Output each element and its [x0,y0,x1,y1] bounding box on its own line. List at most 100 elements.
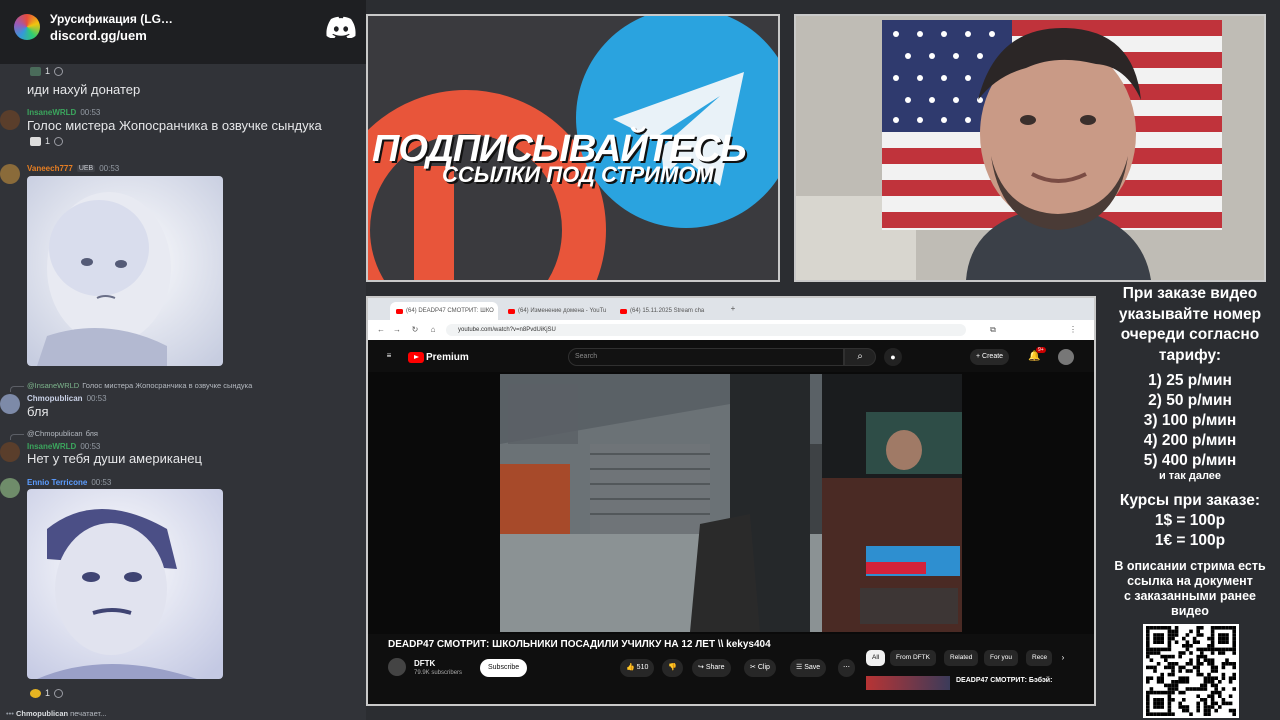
streamer-person [966,27,1151,280]
dislike-button[interactable]: 👎 [662,659,683,677]
tab-title: (64) 15.11.2025 Stream cha [630,308,705,314]
chip-related[interactable]: Related [944,650,979,666]
author-name[interactable]: InsaneWRLD [27,108,76,117]
timestamp: 00:53 [99,164,120,173]
reaction-pill[interactable]: 1 [30,686,64,700]
create-button[interactable]: + Create [970,349,1010,365]
server-invite-link[interactable]: discord.gg/uem [50,28,147,43]
author-name[interactable]: Vaneech777 [27,164,73,173]
timestamp: 00:53 [91,478,112,487]
image-attachment[interactable] [27,176,223,366]
youtube-logo-icon[interactable] [408,352,424,363]
avatar[interactable] [0,110,20,130]
home-icon[interactable]: ⌂ [428,325,438,335]
browser-tab[interactable]: (64) DEADP47 СМОТРИТ: ШКО [390,302,498,320]
reply-preview[interactable]: @InsaneWRLD Голос мистера Жопосранчика в… [27,381,252,390]
browser-menu-icon[interactable]: ⋮ [1068,325,1078,335]
add-reaction-icon[interactable] [54,136,64,146]
reload-icon[interactable]: ↻ [410,325,420,335]
order-line: указывайте номер [1118,305,1262,323]
author-name[interactable]: Ennio Terricone [27,478,87,487]
rate-item: 2) 50 р/мин [1148,392,1232,409]
more-actions-icon[interactable]: ⋯ [838,659,855,677]
save-button[interactable]: ☰ Save [790,659,827,677]
video-player[interactable] [368,372,1094,634]
add-reaction-icon[interactable] [54,66,64,76]
youtube-favicon-icon [396,308,403,314]
share-button[interactable]: ↪ Share [692,659,731,677]
server-avatar[interactable] [14,14,40,40]
message-header: InsaneWRLD 00:53 [27,442,100,451]
address-bar-row: ← → ↻ ⌂ youtube.com/watch?v=n8PvdUiKjSU … [368,320,1094,340]
browser-tab[interactable]: (64) 15.11.2025 Stream cha [614,302,722,320]
related-video-title[interactable]: DEADP47 СМОТРИТ: Бэбэй: [956,677,1052,684]
author-name[interactable]: Chmopublican [27,394,83,403]
message-header: InsaneWRLD 00:53 [27,108,100,117]
url-field[interactable]: youtube.com/watch?v=n8PvdUiKjSU [446,324,966,336]
clip-label: Clip [757,664,770,671]
tab-title: (64) Изменение домена - YouTu [518,308,607,314]
avatar[interactable] [0,164,20,184]
youtube-search-input[interactable]: Search [568,348,844,366]
thumbs-down-icon: 👎 [668,664,677,671]
youtube-favicon-icon [508,308,515,314]
account-avatar[interactable] [1058,349,1074,365]
desc-line: ссылка на документ [1127,574,1253,588]
chip-from-channel[interactable]: From DFTK [890,650,936,666]
rate-list: 1) 25 р/мин 2) 50 р/мин 3) 100 р/мин 4) … [1100,371,1280,471]
microphone-icon[interactable]: ● [884,348,902,366]
extensions-icon[interactable]: ⧉ [988,325,998,335]
browser-tab[interactable]: (64) Изменение домена - YouTu [502,302,610,320]
image-attachment[interactable] [27,489,223,679]
channel-name[interactable]: DFTK [414,659,435,668]
forward-icon[interactable]: → [392,325,402,335]
save-playlist-icon: ☰ [796,664,803,671]
subscribe-button[interactable]: Subscribe [480,659,528,677]
avatar[interactable] [0,442,20,462]
webcam-scene [796,16,1264,280]
chip-for-you[interactable]: For you [984,650,1019,666]
order-line: очереди согласно [1120,326,1260,343]
clip-button[interactable]: ✂ Clip [744,659,776,677]
channel-avatar[interactable] [388,658,406,676]
notification-badge: 9+ [1036,347,1046,353]
server-tag: UEB [76,165,96,172]
speech-bubble-emoji-icon [30,136,41,146]
like-button[interactable]: 👍 510 [620,659,655,677]
new-tab-icon[interactable]: + [728,304,738,314]
author-name[interactable]: InsaneWRLD [27,442,76,451]
create-label: Create [982,353,1004,360]
reply-text: бля [85,429,98,438]
gameplay-scene [500,374,962,632]
desc-line: В описании стрима есть [1114,559,1266,573]
chevron-right-icon[interactable]: › [1058,653,1068,663]
youtube-brand[interactable]: Premium [426,352,469,363]
order-line: тарифу: [1158,346,1222,364]
back-icon[interactable]: ← [376,325,386,335]
avatar[interactable] [0,478,20,498]
chip-all[interactable]: All [866,650,886,666]
stream-layout: Урусификация (LG… discord.gg/uem 1 иди н… [0,0,1280,720]
related-video-thumbnail[interactable] [866,676,950,690]
reaction-pill[interactable]: 1 [30,64,64,78]
rate-item: 4) 200 р/мин [1143,432,1237,449]
rate-item: 1) 25 р/мин [1148,372,1232,389]
add-reaction-icon[interactable] [54,688,64,698]
webcam-feed [794,14,1266,282]
reaction-pill[interactable]: 1 [30,134,64,148]
reply-preview[interactable]: @Chmopublican бля [27,429,98,438]
avatar[interactable] [0,394,20,414]
typing-text: печатает... [70,709,107,718]
discord-chat-overlay: Урусификация (LG… discord.gg/uem 1 иди н… [0,0,366,720]
reply-connector [10,434,24,440]
search-icon[interactable]: ⌕ [844,348,876,366]
courses-title: Курсы при заказе: [1119,492,1261,509]
order-instructions: При заказе видео указывайте номер очеред… [1100,284,1280,366]
qr-code-pattern [1146,626,1236,716]
chip-recent[interactable]: Rece [1026,650,1052,666]
timestamp: 00:53 [80,442,101,451]
hamburger-menu-icon[interactable]: ≡ [384,351,394,361]
reaction-count: 1 [45,688,51,698]
share-icon: ↪ [698,664,704,671]
typing-dots-icon: ••• [6,709,14,718]
